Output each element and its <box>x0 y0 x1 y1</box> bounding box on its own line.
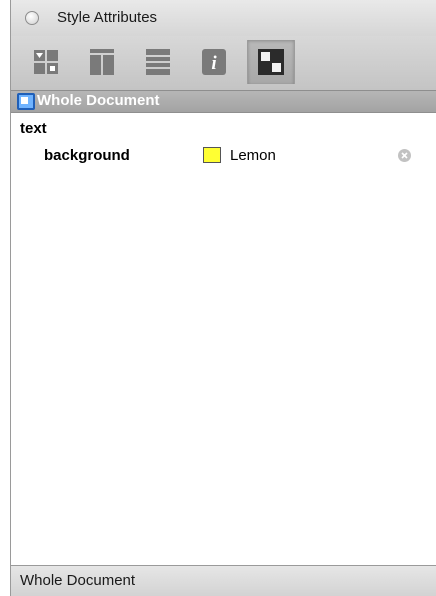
color-swatch[interactable] <box>203 147 221 163</box>
attribute-name: background <box>44 147 130 164</box>
columns-layout-icon <box>90 49 114 75</box>
close-icon <box>401 152 408 159</box>
title-bar[interactable]: Style Attributes <box>11 0 436 36</box>
section-text-label: text <box>20 120 47 137</box>
document-scope-icon <box>17 93 35 110</box>
whole-document-icon <box>258 49 284 75</box>
tool-whole-document[interactable] <box>247 40 295 84</box>
svg-text:i: i <box>211 53 217 74</box>
window-close-button[interactable] <box>25 11 39 25</box>
tool-info[interactable]: i <box>191 40 237 84</box>
rows-layout-icon <box>146 49 170 75</box>
remove-attribute-button[interactable] <box>398 149 411 162</box>
style-sheet-icon <box>34 50 58 74</box>
scope-label: Whole Document <box>37 92 160 109</box>
status-bar: Whole Document <box>11 565 436 596</box>
tool-rows[interactable] <box>135 40 181 84</box>
style-attributes-window: Style Attributes i Whole Document text b… <box>10 0 436 596</box>
window-title: Style Attributes <box>57 9 158 26</box>
toolbar: i <box>11 36 436 91</box>
tool-style-sheet[interactable] <box>23 40 69 84</box>
attribute-value[interactable]: Lemon <box>230 147 276 164</box>
attribute-row-background[interactable]: background Lemon <box>11 145 436 167</box>
tool-columns[interactable] <box>79 40 125 84</box>
info-icon: i <box>202 49 226 75</box>
scope-header[interactable]: Whole Document <box>11 91 436 113</box>
status-text: Whole Document <box>20 572 136 589</box>
